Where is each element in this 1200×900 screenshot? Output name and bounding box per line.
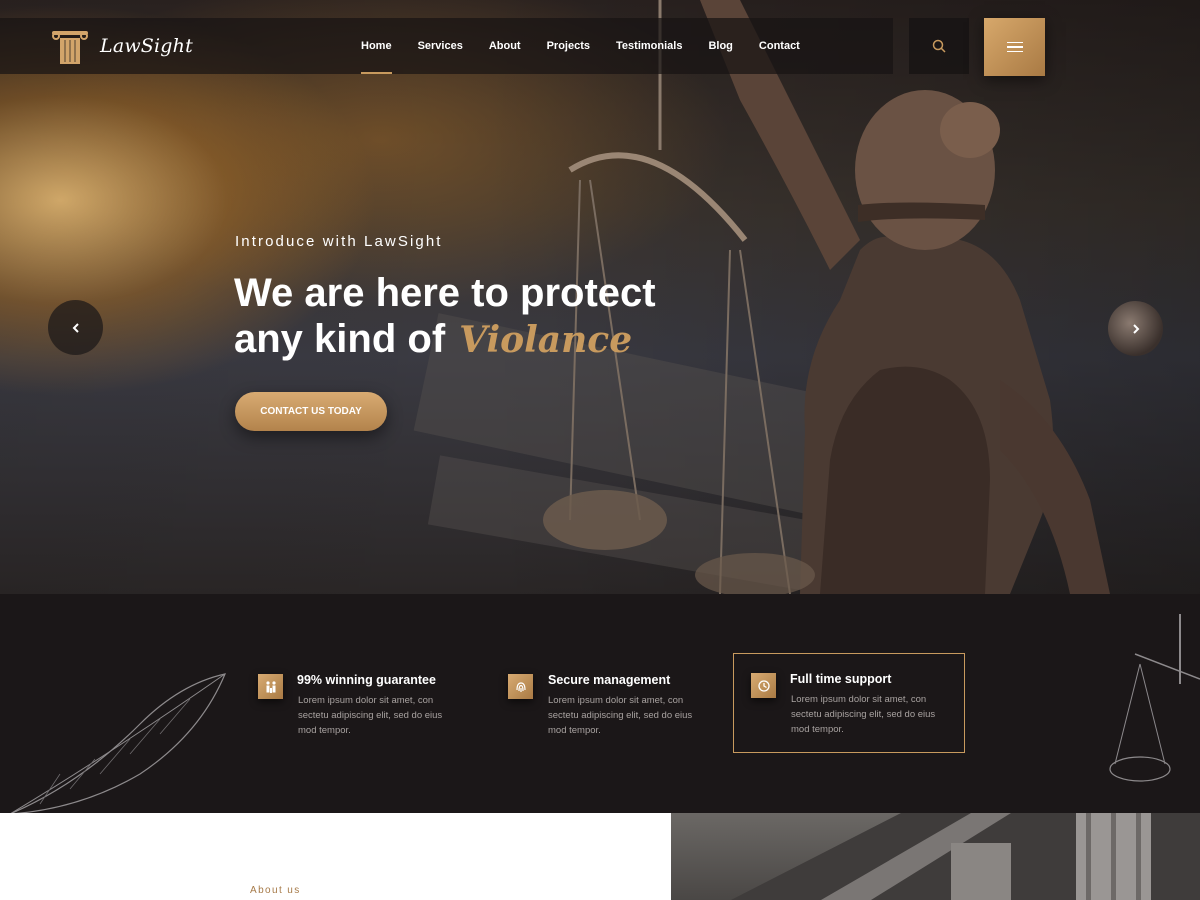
hamburger-icon: [1006, 39, 1023, 56]
slider-prev-button[interactable]: [48, 300, 103, 355]
search-button[interactable]: [909, 18, 969, 74]
nav-about[interactable]: About: [489, 18, 521, 74]
nav-home[interactable]: Home: [361, 18, 392, 74]
courthouse-image: [671, 813, 1200, 900]
headline-line-1: We are here to protect: [234, 271, 656, 315]
family-icon: [258, 674, 283, 699]
nav-contact[interactable]: Contact: [759, 18, 800, 74]
slider-next-button[interactable]: [1108, 301, 1163, 356]
search-icon: [932, 39, 946, 53]
fingerprint-icon: [508, 674, 533, 699]
hero-kicker: Introduce with LawSight: [235, 233, 443, 250]
nav-testimonials[interactable]: Testimonials: [616, 18, 682, 74]
nav-services[interactable]: Services: [418, 18, 463, 74]
hero-headline: We are here to protect any kind of Violan…: [234, 270, 656, 363]
hamburger-menu-button[interactable]: [984, 18, 1045, 76]
nav-projects[interactable]: Projects: [547, 18, 590, 74]
feature-title: 99% winning guarantee: [297, 673, 436, 687]
nav-blog[interactable]: Blog: [708, 18, 732, 74]
feature-title: Full time support: [790, 672, 892, 686]
about-kicker: About us: [250, 885, 301, 896]
feature-text: Lorem ipsum dolor sit amet, con sectetu …: [298, 695, 443, 736]
feather-illustration: [10, 673, 226, 813]
headline-accent: Violance: [459, 319, 633, 361]
chevron-left-icon: [72, 322, 79, 333]
scales-illustration: [1109, 614, 1200, 782]
contact-us-button[interactable]: CONTACT US TODAY: [235, 392, 387, 431]
pillar-icon: [52, 31, 88, 64]
chevron-right-icon: [1132, 323, 1139, 334]
logo[interactable]: LawSight: [50, 26, 193, 66]
feature-text: Lorem ipsum dolor sit amet, con sectetu …: [791, 694, 936, 735]
support-clock-icon: [751, 673, 776, 698]
main-nav: Home Services About Projects Testimonial…: [361, 18, 826, 74]
feature-text: Lorem ipsum dolor sit amet, con sectetu …: [548, 695, 693, 736]
logo-text: LawSight: [100, 35, 193, 57]
feature-title: Secure management: [548, 673, 671, 687]
about-section: [0, 813, 671, 900]
headline-line-2: any kind of: [234, 317, 446, 361]
